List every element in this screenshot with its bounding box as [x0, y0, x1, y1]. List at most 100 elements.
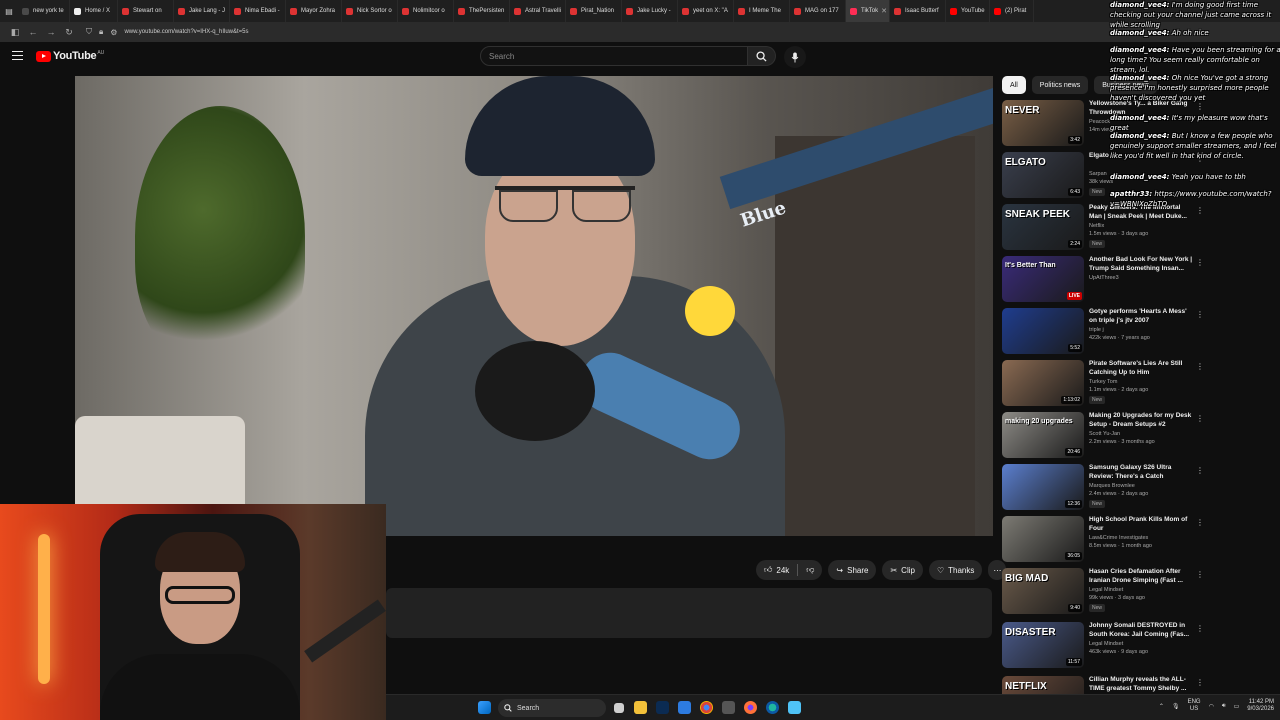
- recommended-video[interactable]: making 20 upgrades 20:46 Making 20 Upgrade…: [1002, 412, 1204, 462]
- sidebar-toggle-icon[interactable]: ◧: [6, 27, 24, 38]
- more-vert-icon[interactable]: ⋮: [1196, 414, 1204, 423]
- browser-tab[interactable]: Nolimitcor o: [398, 0, 454, 22]
- video-thumbnail[interactable]: 5:52: [1002, 308, 1084, 354]
- recommended-video[interactable]: BIG MAD 9:40 Hasan Cries Defamation After …: [1002, 568, 1204, 618]
- video-thumbnail[interactable]: DISASTER 11:57: [1002, 622, 1084, 668]
- browser-tab[interactable]: Isaac Butterf: [890, 0, 946, 22]
- battery-icon[interactable]: ▭: [1234, 703, 1240, 710]
- browser-tab[interactable]: MAG on 177: [790, 0, 846, 22]
- thanks-button[interactable]: ♡ Thanks: [928, 560, 983, 580]
- taskbar-search[interactable]: Search: [498, 699, 606, 717]
- channel-name[interactable]: triple j: [1089, 327, 1104, 333]
- more-vert-icon[interactable]: ⋮: [1196, 310, 1204, 319]
- volume-icon[interactable]: 🔊︎: [1222, 703, 1226, 710]
- channel-name[interactable]: Legal Mindset: [1089, 641, 1123, 647]
- browser-tab[interactable]: (2) Pirat: [990, 0, 1034, 22]
- file-explorer-icon[interactable]: [634, 701, 647, 714]
- browser-tab[interactable]: Stewart on: [118, 0, 174, 22]
- channel-name[interactable]: Peacock: [1089, 119, 1110, 125]
- channel-name[interactable]: Sarpan: [1089, 171, 1107, 177]
- tray-chevron-icon[interactable]: ⌃: [1159, 703, 1164, 710]
- browser-tab[interactable]: Astral Travelli: [510, 0, 566, 22]
- browser-tab[interactable]: Pirat_Nation: [566, 0, 622, 22]
- video-thumbnail[interactable]: making 20 upgrades 20:46: [1002, 412, 1084, 458]
- more-vert-icon[interactable]: ⋮: [1196, 466, 1204, 475]
- browser-tab[interactable]: Home / X: [70, 0, 118, 22]
- close-tab-icon[interactable]: ✕: [878, 7, 887, 15]
- video-thumbnail[interactable]: NEVER 3:42: [1002, 100, 1084, 146]
- browser-tab[interactable]: new york te: [18, 0, 70, 22]
- recommended-video[interactable]: 12:36 Samsung Galaxy S26 Ultra Review: Th…: [1002, 464, 1204, 514]
- video-title[interactable]: Making 20 Upgrades for my Desk Setup - D…: [1089, 412, 1193, 430]
- browser-tab[interactable]: TikTok ✕: [846, 0, 890, 22]
- video-title[interactable]: Hasan Cries Defamation After Iranian Dro…: [1089, 568, 1193, 586]
- channel-name[interactable]: Legal Mindset: [1089, 587, 1123, 593]
- browser-tab[interactable]: Jake Lucky -: [622, 0, 678, 22]
- tray-mic-icon[interactable]: 🎙︎: [1172, 703, 1180, 710]
- channel-name[interactable]: Marques Brownlee: [1089, 483, 1135, 489]
- channel-name[interactable]: Law&Crime Investigates: [1089, 535, 1148, 541]
- task-view-icon[interactable]: [614, 703, 624, 713]
- wifi-icon[interactable]: ◠: [1209, 703, 1214, 710]
- video-title[interactable]: Another Bad Look For New York | Trump Sa…: [1089, 256, 1193, 274]
- search-button[interactable]: [748, 46, 776, 66]
- forward-icon[interactable]: →: [42, 27, 60, 37]
- search-input[interactable]: Search: [480, 46, 748, 66]
- reload-icon[interactable]: ↻: [60, 27, 78, 38]
- video-thumbnail[interactable]: BIG MAD 9:40: [1002, 568, 1084, 614]
- video-title[interactable]: Pirate Software's Lies Are Still Catchin…: [1089, 360, 1193, 378]
- video-title[interactable]: Cillian Murphy reveals the ALL-TIME grea…: [1089, 676, 1193, 694]
- recommended-video[interactable]: DISASTER 11:57 Johnny Somali DESTROYED in …: [1002, 622, 1204, 672]
- video-title[interactable]: High School Prank Kills Mom of Four: [1089, 516, 1193, 534]
- browser-tab[interactable]: yeet on X: "A: [678, 0, 734, 22]
- video-thumbnail[interactable]: 12:36: [1002, 464, 1084, 510]
- browser-tab[interactable]: ThePersisten: [454, 0, 510, 22]
- app-icon-store[interactable]: [678, 701, 691, 714]
- chrome-icon[interactable]: [700, 701, 713, 714]
- clock[interactable]: 11:42 PM 9/03/2026: [1247, 699, 1274, 713]
- more-vert-icon[interactable]: ⋮: [1196, 258, 1204, 267]
- channel-name[interactable]: Netflix: [1089, 223, 1104, 229]
- windows-start-icon[interactable]: [478, 701, 491, 714]
- browser-tab[interactable]: Nick Sortor o: [342, 0, 398, 22]
- description-box[interactable]: [386, 588, 992, 638]
- video-title[interactable]: Johnny Somali DESTROYED in South Korea: …: [1089, 622, 1193, 640]
- address-bar[interactable]: ⛉ 🔒︎ ⚙ www.youtube.com/watch?v=IHX-q_hIl…: [86, 24, 846, 40]
- input-language[interactable]: ENG US: [1188, 699, 1201, 713]
- video-title[interactable]: Samsung Galaxy S26 Ultra Review: There's…: [1089, 464, 1193, 482]
- recommended-video[interactable]: 5:52 Gotye performs 'Hearts A Mess' on tr…: [1002, 308, 1204, 358]
- youtube-logo[interactable]: YouTube AU: [36, 50, 104, 62]
- video-thumbnail[interactable]: 36:05: [1002, 516, 1084, 562]
- filter-chip[interactable]: Politics news: [1031, 76, 1089, 94]
- video-player[interactable]: Blue: [75, 76, 993, 536]
- recommended-video[interactable]: 1:13:02 Pirate Software's Lies Are Still …: [1002, 360, 1204, 410]
- firefox-icon[interactable]: [744, 701, 757, 714]
- share-button[interactable]: ↪ Share: [828, 560, 877, 580]
- video-title[interactable]: Gotye performs 'Hearts A Mess' on triple…: [1089, 308, 1193, 326]
- video-thumbnail[interactable]: It's Better Than LIVE: [1002, 256, 1084, 302]
- video-thumbnail[interactable]: ELGATO 6:43: [1002, 152, 1084, 198]
- video-thumbnail[interactable]: 1:13:02: [1002, 360, 1084, 406]
- app-icon-lr[interactable]: [656, 701, 669, 714]
- more-vert-icon[interactable]: ⋮: [1196, 570, 1204, 579]
- filter-chip[interactable]: All: [1002, 76, 1026, 94]
- edge-icon[interactable]: [766, 701, 779, 714]
- dislike-button[interactable]: 👎︎: [806, 565, 814, 575]
- more-vert-icon[interactable]: ⋮: [1196, 362, 1204, 371]
- channel-name[interactable]: UpAtThree3: [1089, 275, 1119, 281]
- voice-search-button[interactable]: [784, 46, 806, 68]
- app-icon-tool[interactable]: [722, 701, 735, 714]
- channel-name[interactable]: Turkey Tom: [1089, 379, 1117, 385]
- more-vert-icon[interactable]: ⋮: [1196, 678, 1204, 687]
- browser-tab[interactable]: I Meme The: [734, 0, 790, 22]
- browser-tab[interactable]: YouTube: [946, 0, 990, 22]
- recommended-video[interactable]: 36:05 High School Prank Kills Mom of Four…: [1002, 516, 1204, 566]
- browser-tab[interactable]: Jake Lang - J: [174, 0, 230, 22]
- more-vert-icon[interactable]: ⋮: [1196, 624, 1204, 633]
- more-vert-icon[interactable]: ⋮: [1196, 518, 1204, 527]
- browser-tab[interactable]: Mayor Zohra: [286, 0, 342, 22]
- clip-button[interactable]: ✂ Clip: [882, 560, 923, 580]
- channel-name[interactable]: Scott Yu-Jan: [1089, 431, 1120, 437]
- notepad-icon[interactable]: [788, 701, 801, 714]
- back-icon[interactable]: ←: [24, 27, 42, 37]
